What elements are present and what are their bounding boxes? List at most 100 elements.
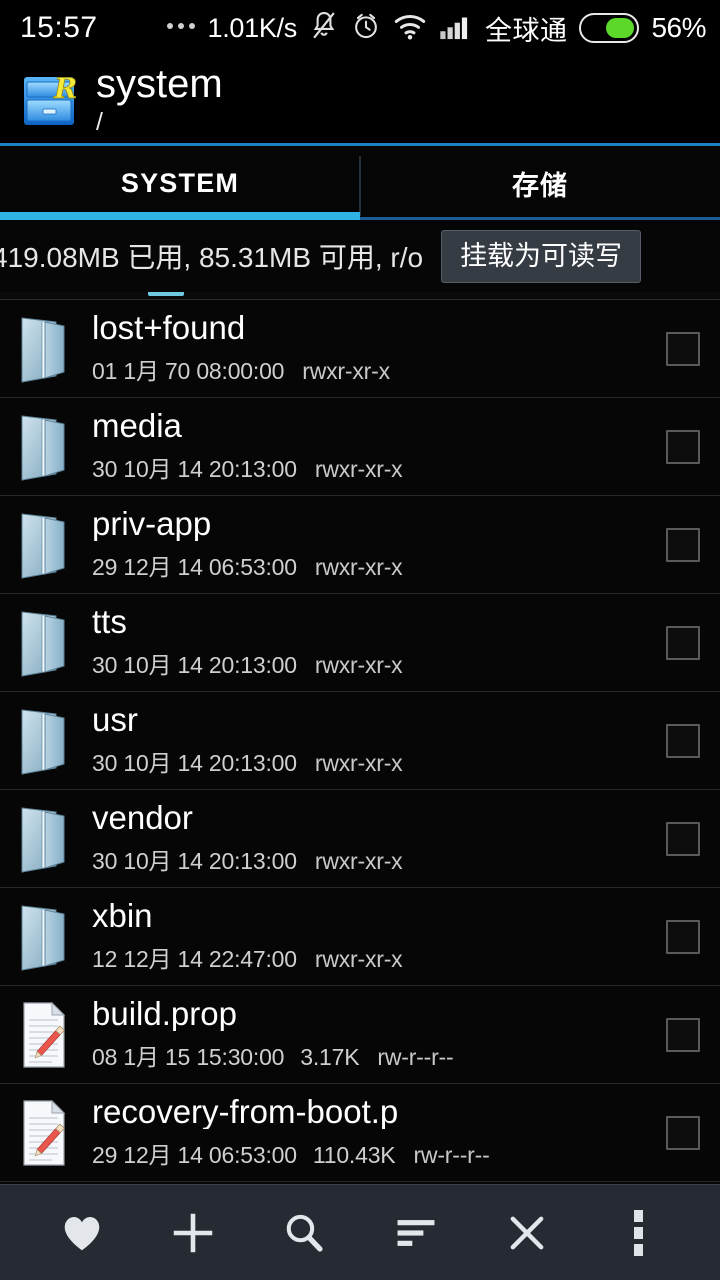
file-meta: 30 10月 14 20:13:00 rwxr-xr-x	[92, 646, 656, 680]
bottom-toolbar	[0, 1184, 720, 1280]
file-permissions: rwxr-xr-x	[302, 358, 390, 385]
folder-icon	[12, 704, 74, 778]
file-name: tts	[92, 604, 127, 640]
row-checkbox[interactable]	[666, 625, 700, 660]
row-text: tts 30 10月 14 20:13:00 rwxr-xr-x	[92, 605, 656, 681]
file-date: 30 10月 14 20:13:00	[92, 652, 297, 679]
tab-storage[interactable]: 存储	[360, 146, 720, 220]
tab-system[interactable]: SYSTEM	[0, 146, 360, 220]
file-meta: 12 12月 14 22:47:00 rwxr-xr-x	[92, 940, 656, 974]
row-checkbox[interactable]	[666, 821, 700, 856]
new-button[interactable]	[158, 1198, 228, 1268]
battery-percent-label: 56%	[651, 12, 706, 43]
file-permissions: rwxr-xr-x	[314, 946, 403, 973]
file-date: 29 12月 14 06:53:00	[92, 1142, 297, 1169]
file-size: 3.17K	[300, 1044, 360, 1071]
table-row[interactable]: recovery-from-boot.p 29 12月 14 06:53:00 11…	[0, 1084, 720, 1182]
bookmarks-button[interactable]	[47, 1198, 117, 1268]
row-checkbox[interactable]	[666, 1115, 700, 1150]
file-meta: 30 10月 14 20:13:00 rwxr-xr-x	[92, 842, 656, 876]
row-text: build.prop 08 1月 15 15:30:00 3.17K rw-r--r-…	[92, 997, 656, 1073]
app-header: R system /	[0, 56, 720, 146]
scroll-indicator	[148, 292, 184, 296]
plus-icon	[173, 1213, 213, 1252]
row-checkbox[interactable]	[666, 1017, 700, 1052]
folder-icon	[12, 900, 74, 974]
file-list[interactable]: lost+found 01 1月 70 08:00:00 rwxr-xr-x med…	[0, 292, 720, 1184]
table-row[interactable]: build.prop 08 1月 15 15:30:00 3.17K rw-r--r-…	[0, 986, 720, 1084]
file-date: 30 10月 14 20:13:00	[92, 848, 297, 875]
file-permissions: rwxr-xr-x	[314, 456, 403, 483]
alarm-clock-icon	[351, 10, 381, 47]
root-explorer-icon[interactable]: R	[18, 69, 80, 131]
status-time: 15:57	[20, 11, 98, 44]
folder-icon	[12, 802, 74, 876]
close-button[interactable]	[492, 1198, 562, 1268]
sort-lines-icon	[397, 1219, 435, 1246]
mount-rw-button[interactable]: 挂载为可读写	[441, 229, 642, 283]
table-row[interactable]: xbin 12 12月 14 22:47:00 rwxr-xr-x	[0, 888, 720, 986]
table-row[interactable]: media 30 10月 14 20:13:00 rwxr-xr-x	[0, 398, 720, 496]
more-vertical-icon	[633, 1209, 643, 1256]
more-dots-icon	[167, 23, 196, 33]
bell-muted-icon	[309, 10, 339, 47]
file-date: 12 12月 14 22:47:00	[92, 946, 297, 973]
file-meta: 01 1月 70 08:00:00 rwxr-xr-x	[92, 352, 656, 386]
file-permissions: rwxr-xr-x	[314, 554, 403, 581]
file-permissions: rw-r--r--	[413, 1142, 490, 1169]
file-rows: lost+found 01 1月 70 08:00:00 rwxr-xr-x med…	[0, 300, 720, 1182]
menu-button[interactable]	[603, 1198, 673, 1268]
cellular-signal-icon	[439, 11, 473, 46]
tab-active-indicator	[0, 212, 360, 220]
file-name: lost+found	[92, 310, 246, 346]
file-name: recovery-from-boot.p	[92, 1094, 399, 1130]
app-screen: 15:57 1.01K/s 全球通 56% R system / SYSTEM …	[0, 0, 720, 1280]
file-name: xbin	[92, 898, 153, 934]
storage-info-label: 419.08MB 已用, 85.31MB 可用, r/o	[0, 242, 424, 273]
row-text: recovery-from-boot.p 29 12月 14 06:53:00 11…	[92, 1095, 656, 1171]
file-date: 30 10月 14 20:13:00	[92, 750, 297, 777]
network-speed-label: 1.01K/s	[207, 12, 297, 43]
file-date: 30 10月 14 20:13:00	[92, 456, 297, 483]
battery-icon	[579, 13, 640, 43]
table-row[interactable]: vendor 30 10月 14 20:13:00 rwxr-xr-x	[0, 790, 720, 888]
svg-text:R: R	[53, 72, 77, 105]
status-icons: 1.01K/s 全球通 56%	[167, 9, 706, 48]
file-name: priv-app	[92, 506, 212, 542]
tab-bar: SYSTEM 存储	[0, 146, 720, 220]
row-checkbox[interactable]	[666, 527, 700, 562]
row-text: priv-app 29 12月 14 06:53:00 rwxr-xr-x	[92, 507, 656, 583]
tab-divider	[359, 156, 361, 216]
row-text: lost+found 01 1月 70 08:00:00 rwxr-xr-x	[92, 311, 656, 387]
file-meta: 29 12月 14 06:53:00 rwxr-xr-x	[92, 548, 656, 582]
file-date: 08 1月 15 15:30:00	[92, 1044, 285, 1071]
battery-fill	[606, 18, 635, 38]
row-text: vendor 30 10月 14 20:13:00 rwxr-xr-x	[92, 801, 656, 877]
wifi-icon	[393, 11, 427, 46]
sort-button[interactable]	[381, 1198, 451, 1268]
file-name: build.prop	[92, 996, 237, 1032]
file-size: 110.43K	[312, 1142, 396, 1169]
folder-icon	[12, 606, 74, 680]
folder-icon	[12, 312, 74, 386]
file-permissions: rw-r--r--	[377, 1044, 454, 1071]
table-row[interactable]: priv-app 29 12月 14 06:53:00 rwxr-xr-x	[0, 496, 720, 594]
file-icon	[12, 1096, 74, 1170]
row-checkbox[interactable]	[666, 919, 700, 954]
row-text: media 30 10月 14 20:13:00 rwxr-xr-x	[92, 409, 656, 485]
folder-icon	[12, 508, 74, 582]
row-checkbox[interactable]	[666, 331, 700, 366]
row-checkbox[interactable]	[666, 429, 700, 464]
storage-info-bar: 419.08MB 已用, 85.31MB 可用, r/o 挂载为可读写	[0, 220, 720, 292]
page-title: system	[96, 62, 223, 106]
breadcrumb-path: /	[96, 108, 103, 136]
table-row[interactable]: usr 30 10月 14 20:13:00 rwxr-xr-x	[0, 692, 720, 790]
table-row[interactable]: lost+found 01 1月 70 08:00:00 rwxr-xr-x	[0, 300, 720, 398]
list-scroll-peek	[0, 292, 720, 300]
table-row[interactable]: tts 30 10月 14 20:13:00 rwxr-xr-x	[0, 594, 720, 692]
search-icon	[287, 1214, 323, 1252]
search-button[interactable]	[269, 1198, 339, 1268]
file-name: vendor	[92, 800, 193, 836]
row-checkbox[interactable]	[666, 723, 700, 758]
header-titles: system /	[96, 64, 223, 135]
